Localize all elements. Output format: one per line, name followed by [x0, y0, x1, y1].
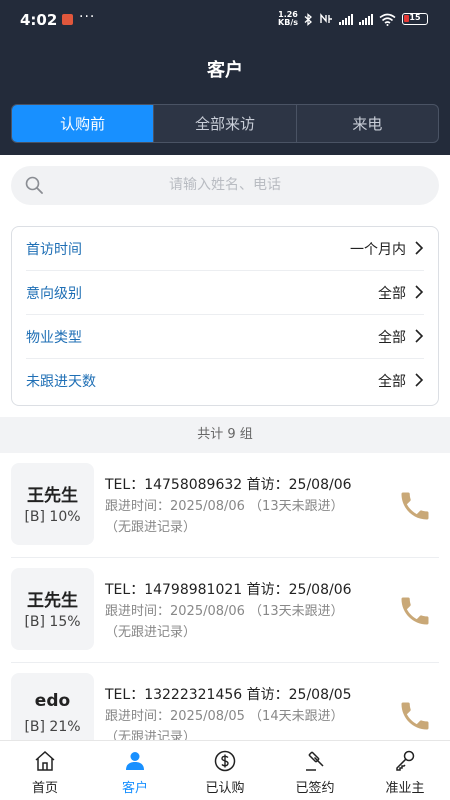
customer-follow-record: （无跟进记录） — [105, 730, 197, 740]
network-speed: 1.26 KB/s — [278, 11, 298, 27]
dollar-icon — [214, 750, 236, 772]
customer-avatar-card: 王先生 [B] 15% — [11, 568, 94, 650]
signal-icon — [339, 13, 353, 25]
filter-value: 一个月内 — [350, 242, 406, 258]
customer-tel: TEL：14798981021 首访：25/08/06 — [105, 582, 352, 598]
search-bar[interactable]: 请输入姓名、电话 — [11, 166, 439, 205]
filter-intent-level[interactable]: 意向级别 全部 — [26, 271, 424, 315]
filter-first-visit-time[interactable]: 首访时间 一个月内 — [26, 227, 424, 271]
tab-label: 准业主 — [385, 781, 425, 796]
customer-follow-record: （无跟进记录） — [105, 625, 197, 640]
filter-label: 意向级别 — [26, 286, 82, 302]
customer-follow-time: 跟进时间：2025/08/06 （13天未跟进） — [105, 604, 344, 619]
tab-customers[interactable]: 客户 — [90, 741, 180, 800]
bluetooth-icon — [304, 12, 312, 26]
battery-icon: 15 — [402, 13, 428, 25]
chevron-right-icon — [415, 329, 424, 343]
filter-value: 全部 — [378, 374, 406, 390]
person-icon — [126, 752, 144, 770]
home-icon — [35, 750, 55, 771]
app-icon — [62, 14, 73, 25]
customer-name: edo — [34, 691, 71, 711]
customer-item[interactable]: 王先生 [B] 15% TEL：14798981021 首访：25/08/06 … — [0, 558, 450, 663]
bottom-tab-bar: 首页 客户 已认购 已签约 准业主 — [0, 740, 450, 800]
phone-icon[interactable] — [397, 698, 433, 734]
customer-level: [B] 10% — [24, 509, 81, 525]
filter-label: 物业类型 — [26, 330, 82, 346]
page-title: 客户 — [207, 60, 243, 81]
tab-all-visits[interactable]: 全部来访 — [153, 105, 295, 142]
customer-item[interactable]: 王先生 [B] 10% TEL：14758089632 首访：25/08/06 … — [0, 453, 450, 558]
main-content: 请输入姓名、电话 首访时间 一个月内 意向级别 全部 物业类型 全部 未跟进天数… — [0, 155, 450, 740]
customer-tel: TEL：13222321456 首访：25/08/05 — [105, 687, 352, 703]
customer-name: 王先生 — [27, 591, 78, 611]
status-right: 1.26 KB/s 15 — [278, 11, 428, 27]
more-dots-icon: ··· — [79, 9, 96, 25]
tab-before-subscription[interactable]: 认购前 — [12, 105, 154, 142]
segment-control: 认购前 全部来访 来电 — [11, 104, 439, 143]
gavel-icon — [306, 751, 324, 771]
tab-subscribed[interactable]: 已认购 — [180, 741, 270, 800]
status-time: 4:02 — [20, 11, 58, 29]
phone-icon[interactable] — [397, 593, 433, 629]
search-input[interactable]: 请输入姓名、电话 — [11, 166, 439, 205]
tab-label: 客户 — [121, 781, 148, 796]
tab-future-owners[interactable]: 准业主 — [360, 741, 450, 800]
total-count: 共计 9 组 — [0, 417, 450, 453]
key-icon — [396, 750, 415, 771]
tab-signed[interactable]: 已签约 — [270, 741, 360, 800]
customer-level: [B] 21% — [24, 719, 81, 735]
customer-name: 王先生 — [27, 486, 78, 506]
header-area: 4:02 ··· 1.26 KB/s 15 客户 认购前 全部来访 来电 — [0, 0, 450, 155]
nfc-icon — [320, 13, 332, 23]
tab-label: 已签约 — [295, 781, 335, 796]
status-bar: 4:02 ··· 1.26 KB/s 15 — [0, 0, 450, 40]
chevron-right-icon — [415, 373, 424, 387]
filter-property-type[interactable]: 物业类型 全部 — [26, 315, 424, 359]
tab-label: 首页 — [31, 781, 58, 796]
customer-avatar-card: edo [B] 21% — [11, 673, 94, 740]
wifi-icon — [379, 13, 396, 26]
customer-item[interactable]: edo [B] 21% TEL：13222321456 首访：25/08/05 … — [0, 663, 450, 740]
filter-value: 全部 — [378, 330, 406, 346]
tab-incoming-calls[interactable]: 来电 — [295, 105, 438, 142]
battery-level: 15 — [409, 13, 421, 22]
customer-follow-time: 跟进时间：2025/08/06 （13天未跟进） — [105, 499, 344, 514]
customer-level: [B] 15% — [24, 614, 81, 630]
customer-avatar-card: 王先生 [B] 10% — [11, 463, 94, 545]
chevron-right-icon — [415, 285, 424, 299]
customer-tel: TEL：14758089632 首访：25/08/06 — [105, 477, 352, 493]
signal-icon-2 — [359, 13, 373, 25]
filter-value: 全部 — [378, 286, 406, 302]
customer-follow-record: （无跟进记录） — [105, 520, 197, 535]
customer-follow-time: 跟进时间：2025/08/05 （14天未跟进） — [105, 709, 344, 724]
speed-unit: KB/s — [278, 18, 298, 27]
phone-icon[interactable] — [397, 488, 433, 524]
filter-panel: 首访时间 一个月内 意向级别 全部 物业类型 全部 未跟进天数 全部 — [11, 226, 439, 406]
tab-label: 已认购 — [205, 781, 245, 796]
filter-label: 未跟进天数 — [26, 374, 96, 390]
tab-home[interactable]: 首页 — [0, 741, 90, 800]
chevron-right-icon — [415, 241, 424, 255]
filter-label: 首访时间 — [26, 242, 82, 258]
filter-days-not-followed[interactable]: 未跟进天数 全部 — [26, 359, 424, 403]
